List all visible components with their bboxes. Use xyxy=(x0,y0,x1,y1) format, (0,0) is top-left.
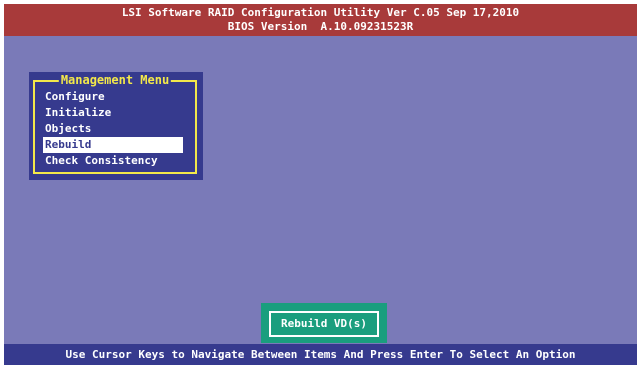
menu-item-configure[interactable]: Configure xyxy=(43,89,193,105)
management-menu-frame: Management Menu Configure Initialize Obj… xyxy=(33,73,197,174)
menu-item-rebuild[interactable]: Rebuild xyxy=(43,137,183,153)
management-menu: Management Menu Configure Initialize Obj… xyxy=(29,72,203,180)
rebuild-vd-button[interactable]: Rebuild VD(s) xyxy=(269,311,379,337)
status-bar: Use Cursor Keys to Navigate Between Item… xyxy=(4,344,637,365)
management-menu-title: Management Menu xyxy=(58,73,172,87)
bios-version: BIOS Version A.10.09231523R xyxy=(227,20,414,33)
menu-item-initialize[interactable]: Initialize xyxy=(43,105,193,121)
management-menu-list: Configure Initialize Objects Rebuild Che… xyxy=(43,89,193,169)
bios-screen: LSI Software RAID Configuration Utility … xyxy=(4,4,637,365)
menu-item-check-consistency[interactable]: Check Consistency xyxy=(43,153,193,169)
menu-item-objects[interactable]: Objects xyxy=(43,121,193,137)
action-panel: Rebuild VD(s) xyxy=(261,303,387,343)
title-bar: LSI Software RAID Configuration Utility … xyxy=(4,4,637,36)
utility-title: LSI Software RAID Configuration Utility … xyxy=(121,6,520,19)
